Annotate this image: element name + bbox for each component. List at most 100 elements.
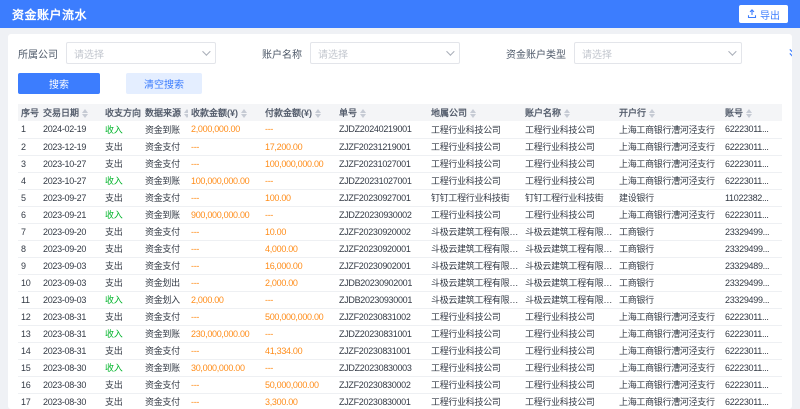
sort-icon[interactable] bbox=[82, 109, 88, 118]
column-header-receive-amount[interactable]: 收款金额(¥) bbox=[188, 104, 262, 121]
column-header-date[interactable]: 交易日期 bbox=[40, 104, 102, 121]
sort-icon[interactable] bbox=[649, 109, 655, 118]
account-name-select[interactable]: 请选择 bbox=[310, 42, 460, 64]
column-header-company[interactable]: 地属公司 bbox=[428, 104, 522, 121]
source-cell: 资金支付 bbox=[142, 257, 188, 274]
filter-label-account-name: 账户名称 bbox=[262, 46, 302, 61]
table-row[interactable]: 42023-10-27收入资金到账100,000,000.00---ZJDZ20… bbox=[18, 172, 782, 189]
receive-amount-cell: --- bbox=[188, 155, 262, 172]
account-name-cell: 工程行业科技公司 bbox=[522, 155, 616, 172]
sort-icon[interactable] bbox=[184, 109, 188, 118]
pay-amount-cell: 17,200.00 bbox=[262, 138, 336, 155]
pay-amount-cell: 2,000.00 bbox=[262, 274, 336, 291]
export-button-label: 导出 bbox=[760, 7, 780, 22]
direction-cell: 支出 bbox=[102, 223, 142, 240]
pay-amount-cell: --- bbox=[262, 172, 336, 189]
sort-icon[interactable] bbox=[315, 109, 321, 118]
filter-label-company: 所属公司 bbox=[18, 46, 58, 61]
account-name-cell: 工程行业科技公司 bbox=[522, 206, 616, 223]
sort-icon[interactable] bbox=[564, 109, 570, 118]
index-cell: 8 bbox=[18, 240, 40, 257]
clear-search-button[interactable]: 清空搜索 bbox=[126, 73, 202, 94]
order-no-cell: ZJZF20230831001 bbox=[336, 342, 428, 359]
direction-cell: 收入 bbox=[102, 206, 142, 223]
table-row[interactable]: 142023-08-31支出资金支付---41,334.00ZJZF202308… bbox=[18, 342, 782, 359]
date-cell: 2023-09-21 bbox=[40, 206, 102, 223]
table-row[interactable]: 32023-10-27支出资金支付---100,000,000.00ZJZF20… bbox=[18, 155, 782, 172]
pay-amount-cell: 10.00 bbox=[262, 223, 336, 240]
table-row[interactable]: 72023-09-20支出资金支付---10.00ZJZF20230920002… bbox=[18, 223, 782, 240]
table-row[interactable]: 152023-08-30收入资金到账30,000,000.00---ZJDZ20… bbox=[18, 359, 782, 376]
pay-amount-cell: --- bbox=[262, 206, 336, 223]
account-type-select[interactable]: 请选择 bbox=[574, 42, 742, 64]
table-row[interactable]: 22023-12-19支出资金支付---17,200.00ZJZF2023121… bbox=[18, 138, 782, 155]
company-cell: 工程行业科技公司 bbox=[428, 308, 522, 325]
source-cell: 资金到账 bbox=[142, 325, 188, 342]
bank-cell: 工商银行 bbox=[616, 223, 722, 240]
company-cell: 工程行业科技公司 bbox=[428, 325, 522, 342]
account-name-cell: 工程行业科技公司 bbox=[522, 393, 616, 409]
sort-icon[interactable] bbox=[360, 109, 366, 118]
table-row[interactable]: 112023-09-03收入资金划入2,000.00---ZJDB2023093… bbox=[18, 291, 782, 308]
bank-cell: 工商银行 bbox=[616, 274, 722, 291]
order-no-cell: ZJDB20230930001 bbox=[336, 291, 428, 308]
order-no-cell: ZJZF20230830001 bbox=[336, 393, 428, 409]
bank-cell: 建设银行 bbox=[616, 189, 722, 206]
table-row[interactable]: 82023-09-20支出资金支付---4,000.00ZJZF20230920… bbox=[18, 240, 782, 257]
search-button[interactable]: 搜索 bbox=[18, 73, 100, 94]
column-header-direction[interactable]: 收支方向 bbox=[102, 104, 142, 121]
index-cell: 16 bbox=[18, 376, 40, 393]
receive-amount-cell: --- bbox=[188, 308, 262, 325]
table-row[interactable]: 132023-08-31收入资金到账230,000,000.00---ZJDZ2… bbox=[18, 325, 782, 342]
account-name-cell: 工程行业科技公司 bbox=[522, 376, 616, 393]
export-button[interactable]: 导出 bbox=[739, 5, 788, 23]
table-row[interactable]: 62023-09-21收入资金到账900,000,000.00---ZJDZ20… bbox=[18, 206, 782, 223]
column-header-pay-amount[interactable]: 付款金额(¥) bbox=[262, 104, 336, 121]
table-row[interactable]: 122023-08-31支出资金支付---500,000,000.00ZJZF2… bbox=[18, 308, 782, 325]
table-row[interactable]: 162023-08-30支出资金支付---50,000,000.00ZJZF20… bbox=[18, 376, 782, 393]
company-cell: 斗极云建筑工程有限公司 bbox=[428, 257, 522, 274]
double-chevron-down-icon bbox=[788, 48, 792, 58]
table-row[interactable]: 92023-09-03支出资金支付---16,000.00ZJZF2023090… bbox=[18, 257, 782, 274]
pay-amount-cell: 500,000,000.00 bbox=[262, 308, 336, 325]
column-header-source[interactable]: 数据来源 bbox=[142, 104, 188, 121]
table-row[interactable]: 102023-09-03支出资金划出---2,000.00ZJDB2023090… bbox=[18, 274, 782, 291]
table-row[interactable]: 172023-08-30支出资金支付---3,300.00ZJZF2023083… bbox=[18, 393, 782, 409]
chevron-down-icon bbox=[202, 47, 210, 55]
page-header: 资金账户流水 导出 bbox=[0, 0, 800, 28]
bank-cell: 上海工商银行漕河泾支行 bbox=[616, 206, 722, 223]
column-header-account-no[interactable]: 账号 bbox=[722, 104, 782, 121]
sort-icon[interactable] bbox=[470, 109, 476, 118]
column-header-account-name[interactable]: 账户名称 bbox=[522, 104, 616, 121]
account-name-cell: 斗极云建筑工程有限公司 bbox=[522, 257, 616, 274]
column-header-order-no[interactable]: 单号 bbox=[336, 104, 428, 121]
receive-amount-cell: --- bbox=[188, 376, 262, 393]
direction-cell: 支出 bbox=[102, 393, 142, 409]
table-row[interactable]: 12024-02-19收入资金到账2,000,000.00---ZJDZ2024… bbox=[18, 121, 782, 138]
direction-cell: 收入 bbox=[102, 291, 142, 308]
receive-amount-cell: --- bbox=[188, 257, 262, 274]
account-no-cell: 62223011... bbox=[722, 325, 782, 342]
account-name-cell: 工程行业科技公司 bbox=[522, 342, 616, 359]
table-body: 12024-02-19收入资金到账2,000,000.00---ZJDZ2024… bbox=[18, 121, 782, 409]
bank-cell: 上海工商银行漕河泾支行 bbox=[616, 138, 722, 155]
source-cell: 资金支付 bbox=[142, 393, 188, 409]
table-row[interactable]: 52023-09-27支出资金支付---100.00ZJZF2023092700… bbox=[18, 189, 782, 206]
expand-filter-link[interactable]: 展开筛选 bbox=[788, 46, 792, 61]
pay-amount-cell: 100.00 bbox=[262, 189, 336, 206]
direction-cell: 支出 bbox=[102, 376, 142, 393]
column-header-bank[interactable]: 开户行 bbox=[616, 104, 722, 121]
company-select[interactable]: 请选择 bbox=[66, 42, 216, 64]
index-cell: 13 bbox=[18, 325, 40, 342]
table-header-row: 序号交易日期收支方向数据来源收款金额(¥)付款金额(¥)单号地属公司账户名称开户… bbox=[18, 104, 782, 121]
chevron-down-icon bbox=[446, 47, 454, 55]
bank-cell: 工商银行 bbox=[616, 240, 722, 257]
sort-icon[interactable] bbox=[241, 109, 247, 118]
account-name-cell: 工程行业科技公司 bbox=[522, 308, 616, 325]
sort-icon[interactable] bbox=[746, 109, 752, 118]
account-no-cell: 62223011... bbox=[722, 342, 782, 359]
account-no-cell: 62223011... bbox=[722, 155, 782, 172]
account-no-cell: 23329499... bbox=[722, 291, 782, 308]
index-cell: 2 bbox=[18, 138, 40, 155]
company-cell: 工程行业科技公司 bbox=[428, 342, 522, 359]
